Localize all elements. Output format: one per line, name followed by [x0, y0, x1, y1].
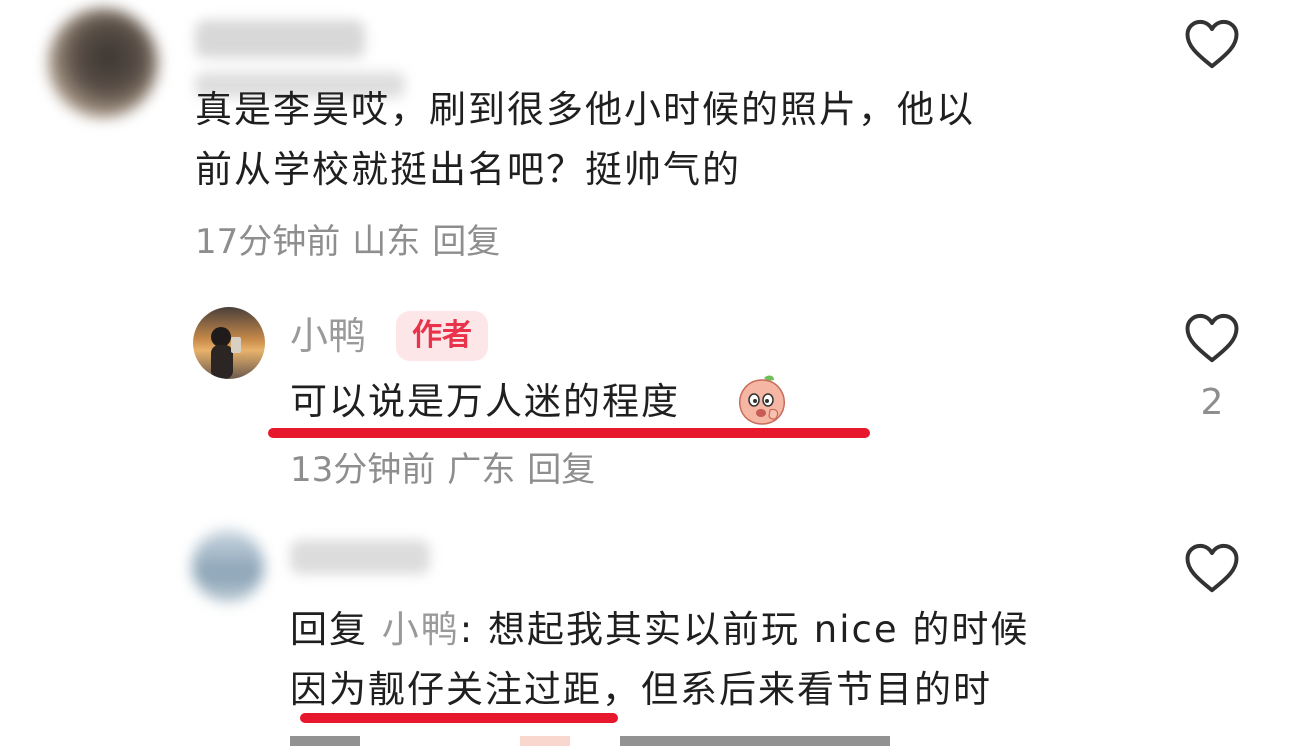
like-count: 2	[1200, 382, 1224, 423]
timestamp: 13分钟前	[290, 450, 436, 490]
comment-line: 前从学校就挺出名吧？挺帅气的	[195, 148, 741, 191]
comment-line: 回复 小鸭: 想起我其实以前玩 nice 的时候	[290, 600, 1029, 660]
comment-line: 因为靓仔关注过距，但系后来看节目的时	[290, 668, 992, 711]
reply-prefix: 回复	[290, 608, 368, 651]
avatar[interactable]	[193, 307, 265, 379]
author-badge: 作者	[396, 311, 488, 361]
reply-button[interactable]: 回复	[527, 450, 595, 490]
comment-text[interactable]: 回复 小鸭: 想起我其实以前玩 nice 的时候 因为靓仔关注过距，但系后来看节…	[290, 600, 1029, 720]
username-blurred[interactable]	[290, 540, 430, 574]
location: 山东	[352, 222, 421, 262]
reply-button[interactable]: 回复	[432, 222, 500, 262]
reply-target-username[interactable]: 小鸭	[382, 608, 460, 651]
comment-text[interactable]: 真是李昊哎，刷到很多他小时候的照片，他以 前从学校就挺出名吧？挺帅气的	[195, 80, 975, 200]
avatar-photo	[211, 327, 241, 379]
comment-line: 可以说是万人迷的程度	[290, 380, 680, 423]
location: 广东	[447, 450, 516, 490]
cutoff-text-fragment	[290, 736, 890, 746]
highlight-underline	[268, 428, 870, 438]
comment-meta: 13分钟前 广东 回复	[290, 450, 607, 490]
timestamp: 17分钟前	[195, 222, 341, 262]
comment-meta: 17分钟前 山东 回复	[195, 222, 512, 262]
heart-outline-icon[interactable]	[1184, 18, 1240, 70]
heart-outline-icon[interactable]	[1184, 542, 1240, 594]
reply-text: : 想起我其实以前玩 nice 的时候	[459, 608, 1030, 651]
highlight-underline	[300, 713, 618, 723]
avatar[interactable]	[192, 530, 264, 602]
username[interactable]: 小鸭	[290, 314, 366, 358]
avatar[interactable]	[48, 8, 158, 118]
peach-face-emoji-icon	[739, 375, 785, 425]
comment-text[interactable]: 可以说是万人迷的程度	[290, 372, 680, 432]
comment-thread: 真是李昊哎，刷到很多他小时候的照片，他以 前从学校就挺出名吧？挺帅气的 17分钟…	[0, 0, 1290, 746]
username-blurred[interactable]	[195, 20, 365, 58]
heart-outline-icon[interactable]	[1184, 312, 1240, 364]
comment-line: 真是李昊哎，刷到很多他小时候的照片，他以	[195, 88, 975, 131]
